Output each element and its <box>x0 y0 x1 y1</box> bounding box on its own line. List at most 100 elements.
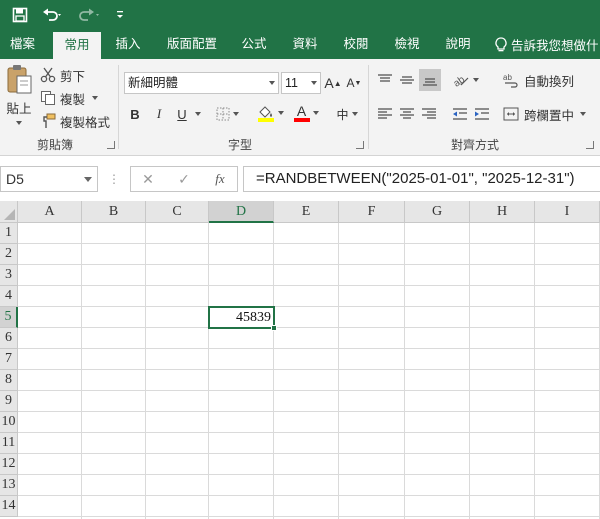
row-header-3[interactable]: 3 <box>0 265 18 286</box>
alignment-dialog-launcher-icon[interactable] <box>586 141 594 149</box>
decrease-font-size-button[interactable]: A ▼ <box>345 72 363 94</box>
active-cell-d5[interactable]: 45839 <box>208 306 275 329</box>
font-name-value: 新細明體 <box>128 76 179 90</box>
middle-align-button[interactable] <box>397 69 417 91</box>
bottom-align-button[interactable] <box>419 69 441 91</box>
tab-data[interactable]: 資料 <box>287 30 323 59</box>
paste-dropdown-icon[interactable] <box>16 121 22 125</box>
gridline <box>18 243 600 244</box>
column-header-c[interactable]: C <box>146 201 209 223</box>
wrap-text-button[interactable]: ab 自動換列 <box>503 69 574 91</box>
borders-icon <box>216 107 229 121</box>
confirm-entry-button[interactable]: ✓ <box>173 168 195 190</box>
fill-handle[interactable] <box>271 325 277 331</box>
tab-help[interactable]: 說明 <box>440 30 476 59</box>
font-size-select[interactable]: 11 <box>281 72 321 94</box>
align-left-button[interactable] <box>375 103 395 125</box>
copy-button[interactable]: 複製 <box>40 88 99 108</box>
row-header-7[interactable]: 7 <box>0 349 18 370</box>
align-middle-icon <box>400 76 414 84</box>
font-name-select[interactable]: 新細明體 <box>124 72 279 94</box>
svg-text:ab: ab <box>503 73 512 82</box>
ribbon: 貼上 剪下 複製 複製格式 剪貼簿 新細明體 11 A▲ A▼ B I U <box>0 59 600 156</box>
merge-center-button[interactable]: 跨欄置中 <box>503 103 587 125</box>
cut-button[interactable]: 剪下 <box>40 65 85 85</box>
format-painter-button[interactable]: 複製格式 <box>40 111 110 131</box>
copy-dropdown-icon[interactable] <box>92 96 99 100</box>
tab-view[interactable]: 檢視 <box>389 30 425 59</box>
align-center-button[interactable] <box>397 103 417 125</box>
row-header-2[interactable]: 2 <box>0 244 18 265</box>
font-color-button[interactable]: A <box>289 101 323 125</box>
gridline <box>18 327 600 328</box>
row-header-4[interactable]: 4 <box>0 286 18 307</box>
wrap-text-icon: ab <box>503 73 518 88</box>
row-header-9[interactable]: 9 <box>0 391 18 412</box>
customize-quick-access-icon[interactable] <box>112 0 128 30</box>
save-icon[interactable] <box>8 0 32 30</box>
row-header-1[interactable]: 1 <box>0 223 18 244</box>
insert-function-button[interactable]: fx <box>209 168 231 190</box>
gridline <box>18 432 600 433</box>
row-header-14[interactable]: 14 <box>0 496 18 517</box>
shrink-font-icon: A <box>346 76 355 90</box>
column-header-b[interactable]: B <box>82 201 146 223</box>
column-header-f[interactable]: F <box>339 201 405 223</box>
formula-input[interactable]: =RANDBETWEEN("2025-01-01", "2025-12-31") <box>243 166 600 192</box>
phonetic-guide-button[interactable]: 中 <box>330 103 364 125</box>
alignment-group-label: 對齊方式 <box>450 138 499 152</box>
top-align-button[interactable] <box>375 69 395 91</box>
redo-icon[interactable] <box>72 0 106 30</box>
row-header-13[interactable]: 13 <box>0 475 18 496</box>
select-all-button[interactable] <box>0 201 18 223</box>
paint-bucket-icon <box>257 106 274 122</box>
tab-page-layout[interactable]: 版面配置 <box>160 30 224 59</box>
undo-icon[interactable] <box>38 0 68 30</box>
gridline <box>18 348 600 349</box>
clipboard-dialog-launcher-icon[interactable] <box>107 141 115 149</box>
row-header-11[interactable]: 11 <box>0 433 18 454</box>
tab-file[interactable]: 檔案 <box>0 30 45 59</box>
column-header-i[interactable]: I <box>535 201 600 223</box>
text-orientation-icon: ab <box>452 74 468 88</box>
chevron-down-icon <box>269 81 275 85</box>
tell-me-search[interactable]: 告訴我您想做什 <box>495 30 599 59</box>
tab-review[interactable]: 校閱 <box>338 30 374 59</box>
tab-home[interactable]: 常用 <box>53 32 101 59</box>
name-box-value: D5 <box>6 171 24 187</box>
fill-color-button[interactable] <box>252 101 288 125</box>
column-header-h[interactable]: H <box>470 201 535 223</box>
increase-indent-button[interactable] <box>472 103 492 125</box>
column-header-a[interactable]: A <box>18 201 82 223</box>
wrap-text-label: 自動換列 <box>524 74 575 89</box>
cut-label: 剪下 <box>60 69 86 84</box>
bold-button[interactable]: B <box>125 103 145 125</box>
column-header-g[interactable]: G <box>405 201 470 223</box>
name-box[interactable]: D5 <box>0 166 98 192</box>
increase-font-size-button[interactable]: A ▲ <box>324 72 342 94</box>
cancel-entry-button[interactable]: ✕ <box>137 168 159 190</box>
paste-button[interactable]: 貼上 <box>2 63 36 131</box>
font-dialog-launcher-icon[interactable] <box>356 141 364 149</box>
decrease-indent-button[interactable] <box>450 103 470 125</box>
row-header-5[interactable]: 5 <box>0 307 18 328</box>
tab-formulas[interactable]: 公式 <box>236 30 272 59</box>
row-header-8[interactable]: 8 <box>0 370 18 391</box>
orientation-button[interactable]: ab <box>448 69 482 91</box>
font-group-label: 字型 <box>227 138 252 152</box>
align-right-button[interactable] <box>419 103 439 125</box>
row-header-10[interactable]: 10 <box>0 412 18 433</box>
merge-cells-icon <box>503 107 519 121</box>
row-header-6[interactable]: 6 <box>0 328 18 349</box>
gridline <box>18 306 600 307</box>
column-header-d[interactable]: D <box>209 201 274 223</box>
tab-insert[interactable]: 插入 <box>107 30 149 59</box>
worksheet-grid: A B C D E F G H I 1 2 3 4 5 6 7 8 9 10 1… <box>0 201 600 519</box>
underline-dropdown-icon[interactable] <box>193 103 203 125</box>
row-header-12[interactable]: 12 <box>0 454 18 475</box>
borders-button[interactable] <box>210 103 244 125</box>
italic-button[interactable]: I <box>149 103 169 125</box>
more-options-icon[interactable]: ⋮ <box>108 170 120 188</box>
column-header-e[interactable]: E <box>274 201 339 223</box>
underline-button[interactable]: U <box>172 103 192 125</box>
